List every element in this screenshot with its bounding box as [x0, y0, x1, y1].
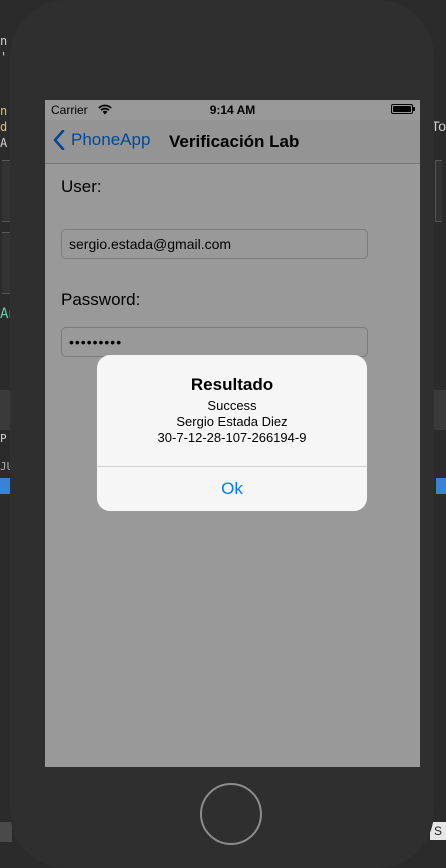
ide-selection	[0, 478, 10, 494]
alert-status-line: Success	[207, 398, 257, 413]
ide-text-fragment: n	[0, 34, 8, 48]
device-screen: Carrier 9:14 AM PhoneApp Verificación La…	[45, 100, 420, 767]
alert-name-line: Sergio Estada Diez	[176, 414, 288, 429]
ide-panel	[0, 822, 12, 842]
ide-text-fragment: n	[0, 104, 8, 118]
ide-text-fragment: A	[0, 136, 8, 150]
ide-text-fragment: d	[0, 120, 8, 134]
alert-message: Success Sergio Estada Diez 30-7-12-28-10…	[97, 398, 367, 446]
alert-title: Resultado	[190, 375, 274, 394]
ok-button[interactable]: Ok	[97, 467, 367, 511]
ide-text-fragment: P	[0, 432, 7, 445]
alert-code-line: 30-7-12-28-107-266194-9	[157, 430, 307, 445]
simulator-device: Carrier 9:14 AM PhoneApp Verificación La…	[10, 0, 434, 868]
home-button[interactable]	[200, 783, 262, 845]
alert-dialog: Resultado Success Sergio Estada Diez 30-…	[97, 355, 367, 511]
ide-selection	[436, 478, 446, 494]
ide-panel	[435, 160, 442, 222]
